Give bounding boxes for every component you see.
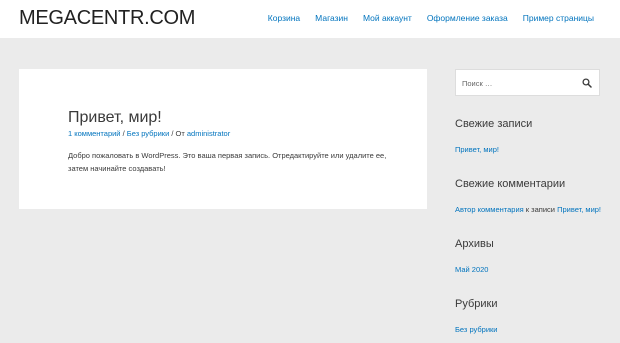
nav-item-cart[interactable]: Корзина xyxy=(268,13,300,23)
site-title-link[interactable]: MEGACENTR.COM xyxy=(19,7,195,30)
recent-comments-title: Свежие комментарии xyxy=(455,178,566,190)
nav-item-sample-page[interactable]: Пример страницы xyxy=(523,13,594,23)
post-title[interactable]: Привет, мир! xyxy=(68,109,162,127)
main-nav: Корзина Магазин Мой аккаунт Оформление з… xyxy=(253,13,594,23)
nav-item-my-account[interactable]: Мой аккаунт xyxy=(363,13,412,23)
recent-comment-item: Автор комментария к записи Привет, мир! xyxy=(455,205,601,214)
categories-title: Рубрики xyxy=(455,298,498,310)
post-comments-link[interactable]: 1 комментарий xyxy=(68,129,121,138)
search-input[interactable] xyxy=(462,77,577,89)
search-form xyxy=(455,69,600,96)
post-excerpt: Добро пожаловать в WordPress. Это ваша п… xyxy=(68,151,387,173)
post-author-link[interactable]: administrator xyxy=(187,129,230,138)
recent-posts-title: Свежие записи xyxy=(455,118,533,130)
site-header: MEGACENTR.COM Корзина Магазин Мой аккаун… xyxy=(0,0,620,38)
nav-item-checkout[interactable]: Оформление заказа xyxy=(427,13,508,23)
comment-author-link[interactable]: Автор комментария xyxy=(455,205,524,214)
archives-title: Архивы xyxy=(455,238,494,250)
comment-post-link[interactable]: Привет, мир! xyxy=(557,205,601,214)
comment-on-label: к записи xyxy=(523,205,558,214)
archive-link[interactable]: Май 2020 xyxy=(455,265,488,274)
post-card: Привет, мир! 1 комментарий / Без рубрики… xyxy=(19,69,427,209)
nav-item-shop[interactable]: Магазин xyxy=(315,13,348,23)
recent-post-link[interactable]: Привет, мир! xyxy=(455,145,499,154)
meta-by-label: / От xyxy=(169,129,187,138)
category-link[interactable]: Без рубрики xyxy=(455,325,498,334)
search-icon[interactable] xyxy=(582,78,592,88)
post-meta: 1 комментарий / Без рубрики / От adminis… xyxy=(68,129,230,138)
post-category-link[interactable]: Без рубрики xyxy=(127,129,170,138)
